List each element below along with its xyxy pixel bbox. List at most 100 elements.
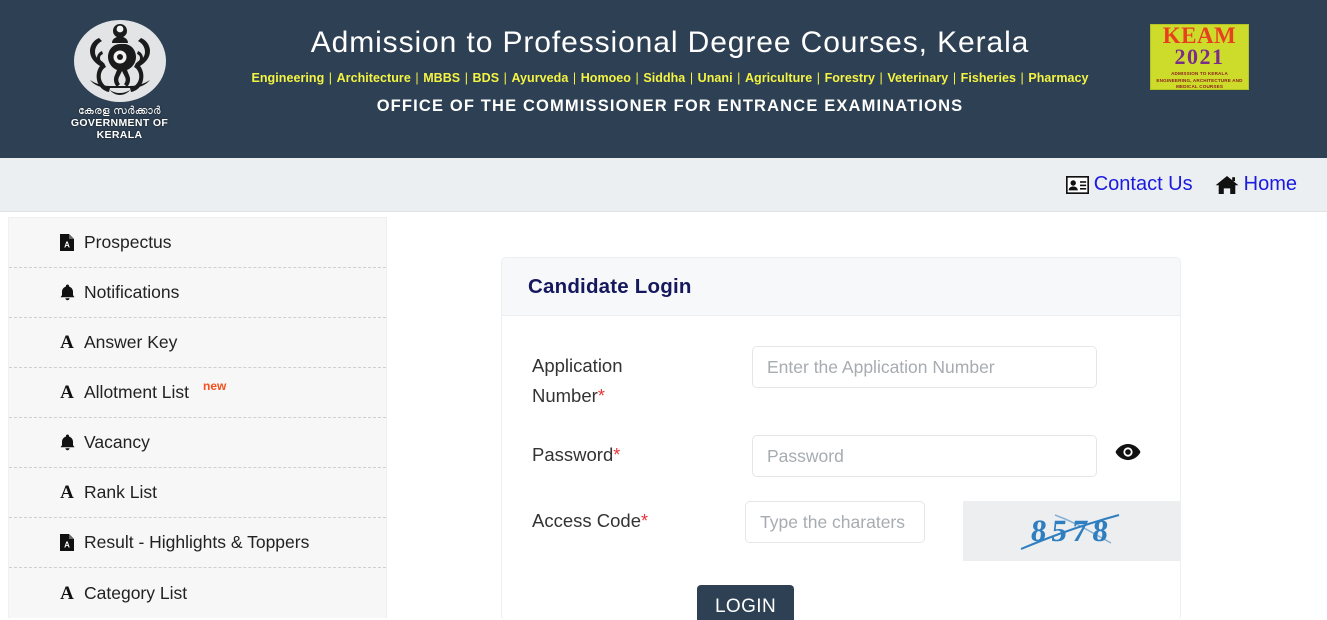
sidebar-item-category-list[interactable]: A Category List [9,568,386,618]
login-button-row: LOGIN [502,585,1180,620]
application-number-input[interactable] [752,346,1097,388]
course-name: MBBS [423,70,461,85]
course-separator: | [461,70,472,85]
label-access-code: Access Code* [532,501,745,536]
course-separator: | [325,70,336,85]
label-access-code-text: Access Code [532,510,641,531]
office-subtitle: OFFICE OF THE COMMISSIONER FOR ENTRANCE … [376,96,964,115]
course-separator: | [813,70,824,85]
sidebar-item-vacancy[interactable]: Vacancy [9,418,386,468]
label-password: Password* [532,435,752,470]
sidebar-item-allotment-list[interactable]: A Allotment List new [9,368,386,418]
field-row-access-code: Access Code* 8578 [502,501,1180,561]
bell-icon [60,434,74,451]
access-code-input[interactable] [745,501,926,543]
nav-link-home[interactable]: Home [1215,173,1297,196]
letter-a-icon: A [59,383,75,402]
course-separator: | [875,70,887,85]
letter-a-icon: A [59,584,75,603]
sidebar-item-label: Vacancy [84,432,150,452]
label-password-text: Password [532,444,614,465]
site-header: കേരള സർക്കാർ GOVERNMENT OF KERALA Admiss… [0,0,1327,158]
letter-a-icon: A [60,482,74,503]
candidate-login-panel: Candidate Login Application Number* Pass… [501,257,1181,620]
government-emblem: കേരള സർക്കാർ GOVERNMENT OF KERALA [52,18,187,143]
bell-icon [59,284,75,301]
course-name: Forestry [824,70,875,85]
required-asterisk: * [613,445,621,465]
utility-navbar: Contact Us Home [0,158,1327,212]
svg-text:A: A [64,541,70,550]
keam-logo-year: 2021 [1174,44,1225,70]
course-name: Architecture [336,70,411,85]
sidebar-item-label: Prospectus [84,232,172,252]
course-separator: | [949,70,960,85]
captcha-image: 8578 [963,501,1180,561]
page-title: Admission to Professional Degree Courses… [310,26,1030,59]
nav-link-home-label: Home [1243,173,1297,195]
sidebar-item-result-highlights-toppers[interactable]: A Result - Highlights & Toppers [9,518,386,568]
keam-logo: KEAM 2021 ADMISSION TO KERALA ENGINEERIN… [1150,24,1249,90]
letter-a-icon: A [60,382,74,403]
course-separator: | [1016,70,1028,85]
sidebar-item-rank-list[interactable]: A Rank List [9,468,386,518]
field-row-password: Password* [502,435,1180,477]
course-separator: | [632,70,643,85]
login-panel-header: Candidate Login [502,258,1180,316]
login-button[interactable]: LOGIN [697,585,794,620]
required-asterisk: * [641,511,649,531]
sidebar-item-answer-key[interactable]: A Answer Key [9,318,386,368]
pdf-file-icon: A [59,234,75,251]
pdf-file-icon: A [60,534,74,551]
contact-card-icon [1065,175,1089,194]
course-separator: | [733,70,744,85]
nav-link-contact-us-label: Contact Us [1093,173,1193,195]
course-name: Pharmacy [1028,70,1089,85]
sidebar-item-label: Answer Key [84,332,178,352]
sidebar-item-label: Category List [84,582,188,603]
home-icon [1215,175,1239,194]
sidebar-item-prospectus[interactable]: A Prospectus [9,218,386,268]
svg-text:A: A [64,241,70,250]
course-name: Ayurveda [511,70,569,85]
letter-a-icon: A [60,582,74,604]
nav-link-contact-us[interactable]: Contact Us [1065,173,1193,196]
course-separator: | [569,70,580,85]
course-name: Homoeo [580,70,631,85]
course-list-strip: Engineering | Architecture | MBBS | BDS … [200,71,1140,85]
kerala-government-emblem [73,20,166,102]
login-panel-title: Candidate Login [528,274,692,298]
sidebar-item-notifications[interactable]: Notifications [9,268,386,318]
sidebar-item-label: Allotment List [84,382,190,402]
required-asterisk: * [597,386,605,406]
bell-icon [60,284,74,301]
course-separator: | [411,70,423,85]
course-separator: | [686,70,697,85]
emblem-caption-malayalam: കേരള സർക്കാർ [78,105,161,117]
bell-icon [59,434,75,451]
course-name: Engineering [251,70,325,85]
course-name: Fisheries [960,70,1016,85]
header-text-block: Admission to Professional Degree Courses… [200,24,1140,116]
pdf-file-icon: A [60,234,74,251]
eye-icon[interactable] [1115,443,1141,461]
page-content: A Prospectus Notifications A Answer Key A Allo… [0,212,1327,620]
pdf-file-icon: A [59,534,75,551]
sidebar-item-label: Notifications [84,282,180,302]
course-separator: | [500,70,511,85]
course-name: Siddha [643,70,686,85]
label-application-number-text: Application Number [532,355,623,406]
sidebar-item-label: Result - Highlights & Toppers [84,532,310,552]
emblem-caption-english: GOVERNMENT OF KERALA [70,117,169,142]
label-application-number: Application Number* [532,346,752,411]
captcha-noise-line [1020,514,1120,550]
course-name: BDS [472,70,500,85]
password-input[interactable] [752,435,1097,477]
letter-a-icon: A [59,483,75,502]
field-row-application-number: Application Number* [502,346,1180,411]
course-name: Unani [697,70,733,85]
login-form: Application Number* Password* Access Cod… [502,316,1180,620]
sidebar-item-label: Rank List [84,482,157,502]
sidebar-menu: A Prospectus Notifications A Answer Key A Allo… [8,217,387,618]
letter-a-icon: A [59,333,75,352]
